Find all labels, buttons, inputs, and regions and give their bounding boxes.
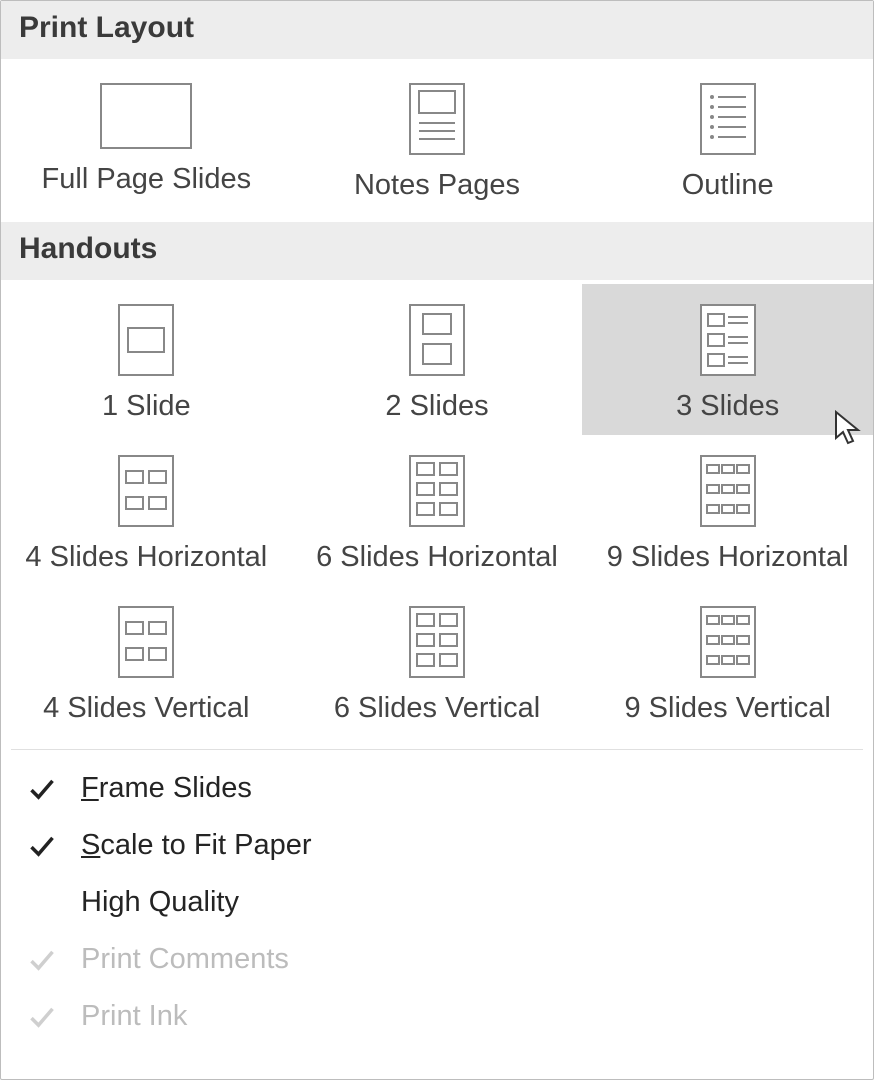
one-slide-icon <box>118 304 174 376</box>
option-print-comments: Print Comments <box>9 931 865 988</box>
option-label: 4 Slides Vertical <box>43 692 249 725</box>
option-6-slides-vertical[interactable]: 6 Slides Vertical <box>292 586 583 737</box>
option-9-slides-horizontal[interactable]: 9 Slides Horizontal <box>582 435 873 586</box>
print-layout-panel: Print Layout Full Page Slides Notes Page… <box>0 0 874 1080</box>
nine-slides-v-icon <box>700 606 756 678</box>
option-text: Print Ink <box>81 1000 187 1033</box>
option-label: 3 Slides <box>676 390 779 423</box>
option-label: 9 Slides Vertical <box>624 692 830 725</box>
four-slides-h-icon <box>118 455 174 527</box>
option-1-slide[interactable]: 1 Slide <box>1 284 292 435</box>
option-label: 6 Slides Horizontal <box>316 541 558 574</box>
checkmark-icon <box>28 1003 56 1031</box>
checkmark-icon <box>28 832 56 860</box>
option-label: 4 Slides Horizontal <box>25 541 267 574</box>
option-3-slides[interactable]: 3 Slides <box>582 284 873 435</box>
handouts-grid: 1 Slide 2 Slides 3 Sl <box>1 280 873 745</box>
option-label: Full Page Slides <box>42 163 252 196</box>
option-text: High Quality <box>81 886 239 919</box>
two-slides-icon <box>409 304 465 376</box>
print-layout-grid: Full Page Slides Notes Pages Outline <box>1 59 873 222</box>
option-outline[interactable]: Outline <box>582 63 873 214</box>
checkmark-icon <box>28 775 56 803</box>
option-6-slides-horizontal[interactable]: 6 Slides Horizontal <box>292 435 583 586</box>
option-text: cale to Fit Paper <box>100 829 311 861</box>
option-2-slides[interactable]: 2 Slides <box>292 284 583 435</box>
option-9-slides-vertical[interactable]: 9 Slides Vertical <box>582 586 873 737</box>
option-label: Outline <box>682 169 774 202</box>
option-scale-to-fit-paper[interactable]: Scale to Fit Paper <box>9 817 865 874</box>
option-label: 1 Slide <box>102 390 191 423</box>
full-page-slides-icon <box>100 83 192 149</box>
option-text: rame Slides <box>99 772 252 804</box>
option-frame-slides[interactable]: Frame Slides <box>9 760 865 817</box>
outline-icon <box>700 83 756 155</box>
six-slides-h-icon <box>409 455 465 527</box>
three-slides-icon <box>700 304 756 376</box>
nine-slides-h-icon <box>700 455 756 527</box>
section-header-handouts: Handouts <box>1 222 873 280</box>
section-header-print-layout: Print Layout <box>1 1 873 59</box>
option-notes-pages[interactable]: Notes Pages <box>292 63 583 214</box>
accelerator: S <box>81 829 100 861</box>
option-4-slides-horizontal[interactable]: 4 Slides Horizontal <box>1 435 292 586</box>
notes-pages-icon <box>409 83 465 155</box>
option-text: Print Comments <box>81 943 289 976</box>
option-print-ink: Print Ink <box>9 988 865 1045</box>
option-label: 9 Slides Horizontal <box>607 541 849 574</box>
option-4-slides-vertical[interactable]: 4 Slides Vertical <box>1 586 292 737</box>
option-label: 2 Slides <box>385 390 488 423</box>
option-full-page-slides[interactable]: Full Page Slides <box>1 63 292 214</box>
option-label: 6 Slides Vertical <box>334 692 540 725</box>
four-slides-v-icon <box>118 606 174 678</box>
checkmark-icon <box>28 946 56 974</box>
six-slides-v-icon <box>409 606 465 678</box>
option-label: Notes Pages <box>354 169 520 202</box>
accelerator: F <box>81 772 99 804</box>
option-high-quality[interactable]: High Quality <box>9 874 865 931</box>
options-list: Frame Slides Scale to Fit Paper High Qua… <box>1 750 873 1045</box>
